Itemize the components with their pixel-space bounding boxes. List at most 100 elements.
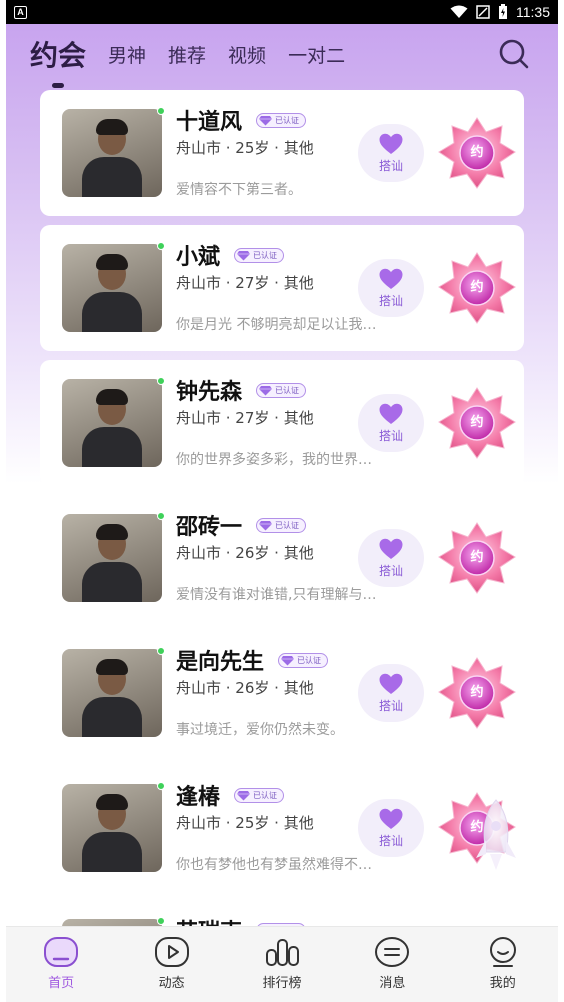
avatar-body <box>82 697 142 737</box>
wifi-icon <box>450 5 468 18</box>
avatar-body <box>82 832 142 872</box>
user-card[interactable]: 是向先生 已认证 舟山市 · 26岁 · 其他 事过境迁，爱你仍然未变。 搭讪 <box>40 630 524 756</box>
verified-badge: 已认证 <box>256 382 307 398</box>
user-meta: 舟山市 · 26岁 · 其他 <box>176 679 314 697</box>
verified-label: 已认证 <box>275 385 300 395</box>
nav-profile[interactable]: 我的 <box>463 935 543 991</box>
greet-label: 搭讪 <box>378 158 403 173</box>
heart-icon <box>379 268 403 289</box>
user-card[interactable]: 十道风 已认证 舟山市 · 25岁 · 其他 爱情容不下第三者。 搭讪 约 <box>40 90 524 216</box>
nav-moments[interactable]: 动态 <box>132 935 212 991</box>
user-card[interactable]: 小斌 已认证 舟山市 · 27岁 · 其他 你是月光 不够明亮却足以让我… 搭讪 <box>40 225 524 351</box>
avatar-hair <box>96 254 128 270</box>
name-row: 逢椿 已认证 <box>176 779 285 811</box>
user-bio: 爱情没有谁对谁错,只有理解与… <box>176 587 377 603</box>
nav-messages[interactable]: 消息 <box>352 935 432 991</box>
avatar[interactable] <box>62 377 165 467</box>
avatar[interactable] <box>62 242 165 332</box>
greet-button[interactable]: 搭讪 <box>358 394 424 452</box>
tab-label: 约会 <box>30 39 87 72</box>
heart-icon <box>379 808 403 829</box>
user-card[interactable]: 逢椿 已认证 舟山市 · 25岁 · 其他 你也有梦他也有梦虽然难得不… 搭讪 <box>40 765 524 891</box>
nav-label: 排行榜 <box>262 976 302 991</box>
verified-badge: 已认证 <box>234 247 285 263</box>
avatar-hair <box>96 659 128 675</box>
battery-icon <box>499 4 507 19</box>
greet-button[interactable]: 搭讪 <box>358 259 424 317</box>
heart-icon <box>379 133 403 154</box>
avatar-hair <box>96 524 128 540</box>
avatar-body <box>82 292 142 332</box>
avatar-hair <box>96 794 128 810</box>
name-row: 十道风 已认证 <box>176 104 307 136</box>
nav-ranking[interactable]: 排行榜 <box>242 935 322 991</box>
diamond-icon <box>237 790 251 800</box>
avatar[interactable] <box>62 782 165 872</box>
avatar[interactable] <box>62 512 165 602</box>
avatar-photo <box>62 244 162 332</box>
tab-label: 推荐 <box>168 44 207 67</box>
tab-recommend[interactable]: 推荐 <box>168 41 206 68</box>
avatar-hair <box>96 389 128 405</box>
user-bio: 你的世界多姿多彩，我的世界… <box>176 452 372 468</box>
user-name: 邵砖一 <box>176 515 243 540</box>
greet-button[interactable]: 搭讪 <box>358 664 424 722</box>
verified-badge: 已认证 <box>256 112 307 128</box>
avatar-hair <box>96 119 128 135</box>
tab-male-gods[interactable]: 男神 <box>108 41 146 68</box>
verified-badge: 已认证 <box>278 652 329 668</box>
diamond-icon <box>281 655 295 665</box>
user-list: 十道风 已认证 舟山市 · 25岁 · 其他 爱情容不下第三者。 搭讪 约 小斌… <box>40 90 524 1002</box>
diamond-icon <box>259 520 273 530</box>
user-name: 逢椿 <box>176 785 221 810</box>
date-button[interactable]: 约 <box>438 116 516 190</box>
user-bio: 爱情容不下第三者。 <box>176 182 302 198</box>
user-card[interactable]: 邵砖一 已认证 舟山市 · 26岁 · 其他 爱情没有谁对谁错,只有理解与… 搭… <box>40 495 524 621</box>
greet-button[interactable]: 搭讪 <box>358 124 424 182</box>
user-meta: 舟山市 · 27岁 · 其他 <box>176 274 314 292</box>
date-button[interactable]: 约 <box>438 521 516 595</box>
nav-label: 动态 <box>158 976 185 991</box>
diamond-icon <box>237 250 251 260</box>
greet-label: 搭讪 <box>378 428 403 443</box>
user-card[interactable]: 钟先森 已认证 舟山市 · 27岁 · 其他 你的世界多姿多彩，我的世界… 搭讪 <box>40 360 524 486</box>
online-indicator <box>157 917 165 925</box>
app-screen: A 11:35 约会 男神 推荐 视频 一对二 十道风 已认证 舟山市 · 25… <box>6 0 558 1002</box>
tab-one-to-two[interactable]: 一对二 <box>288 41 345 68</box>
avatar-body <box>82 562 142 602</box>
user-name: 钟先森 <box>176 380 243 405</box>
online-indicator <box>157 377 165 385</box>
search-icon[interactable] <box>496 36 532 72</box>
online-indicator <box>157 782 165 790</box>
verified-label: 已认证 <box>253 250 278 260</box>
nav-label: 我的 <box>489 976 516 991</box>
top-tabs: 约会 男神 推荐 视频 一对二 <box>6 24 558 88</box>
nav-label: 首页 <box>48 976 75 991</box>
online-indicator <box>157 647 165 655</box>
tab-video[interactable]: 视频 <box>228 41 266 68</box>
online-indicator <box>157 107 165 115</box>
avatar[interactable] <box>62 107 165 197</box>
date-button[interactable]: 约 <box>438 656 516 730</box>
heart-icon <box>379 538 403 559</box>
date-button[interactable]: 约 <box>438 386 516 460</box>
clock: 11:35 <box>516 4 550 20</box>
greet-button[interactable]: 搭讪 <box>358 799 424 857</box>
nav-home[interactable]: 首页 <box>21 935 101 991</box>
greet-button[interactable]: 搭讪 <box>358 529 424 587</box>
app-notification-icon: A <box>14 5 27 19</box>
heart-icon <box>379 403 403 424</box>
date-button[interactable]: 约 <box>438 251 516 325</box>
user-meta: 舟山市 · 25岁 · 其他 <box>176 814 314 832</box>
name-row: 邵砖一 已认证 <box>176 509 307 541</box>
avatar[interactable] <box>62 647 165 737</box>
user-meta: 舟山市 · 26岁 · 其他 <box>176 544 314 562</box>
heart-icon <box>379 673 403 694</box>
rocket-icon[interactable] <box>468 796 524 882</box>
name-row: 小斌 已认证 <box>176 239 285 271</box>
user-name: 小斌 <box>176 245 221 270</box>
tab-dating[interactable]: 约会 <box>30 34 87 88</box>
verified-badge: 已认证 <box>256 517 307 533</box>
tab-label: 视频 <box>228 44 267 67</box>
user-bio: 你也有梦他也有梦虽然难得不… <box>176 857 372 873</box>
